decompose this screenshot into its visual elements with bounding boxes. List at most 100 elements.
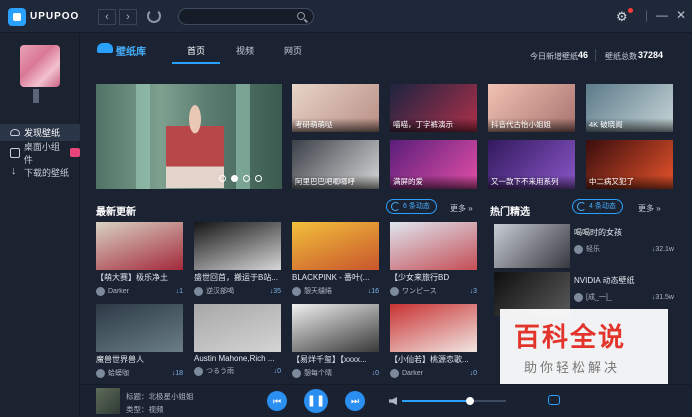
next-button[interactable]: ⏭ [345, 391, 365, 411]
card-thumbnail[interactable] [194, 222, 281, 270]
featured-thumb[interactable]: 抖音代古怡小姐姐 [488, 84, 575, 132]
pause-button[interactable]: ❚❚ [304, 389, 328, 413]
volume-slider[interactable] [402, 397, 506, 405]
carousel-dot[interactable] [255, 175, 262, 182]
sidebar-item-label: 下载的壁纸 [24, 168, 70, 178]
card-author[interactable]: Darker [402, 370, 470, 377]
card-thumbnail[interactable] [96, 222, 183, 270]
hot-refresh-button[interactable]: 4 条动态 [572, 199, 623, 214]
wallpaper-card[interactable]: 盛世回首，搬运于B站... 逆汉部喝 ↓35 [194, 222, 281, 296]
latest-section-title: 最新更新 [96, 207, 136, 218]
sidebar: 发现壁纸 桌面小组件 下载的壁纸 [0, 33, 81, 417]
card-author[interactable]: Darker [108, 288, 176, 295]
carousel-dot[interactable] [219, 175, 226, 182]
previous-button[interactable]: ⏮ [267, 391, 287, 411]
hot-item[interactable]: 喝喝时的女孩 轻乐 ↓ 32.1w [490, 224, 680, 272]
volume-fill [402, 400, 470, 402]
wallpaper-card[interactable]: 【易烊千玺】【xxxx... 憩每个晴 ↓0 [292, 304, 379, 378]
featured-thumb[interactable]: 考研萌萌哒 [292, 84, 379, 132]
author-avatar [194, 366, 203, 376]
wallpaper-card[interactable]: 【小仙若】桃源恋歌... Darker ↓0 [390, 304, 477, 378]
banner-decor [236, 84, 250, 189]
volume-knob[interactable] [465, 397, 474, 405]
sidebar-item-widgets[interactable]: 桌面小组件 [0, 142, 81, 165]
featured-thumb[interactable]: 满屏的爱 [390, 140, 477, 189]
featured-caption: 考研萌萌哒 [292, 118, 379, 132]
player-type: 类型：视频 [126, 405, 164, 414]
close-button[interactable]: ✕ [676, 8, 686, 22]
player-title: 标题：北极星小姐姐 [126, 392, 194, 401]
author-avatar [574, 244, 583, 254]
forward-button[interactable]: › [119, 9, 137, 25]
hot-more-link[interactable]: 更多 » [638, 203, 661, 214]
hot-thumbnail[interactable] [494, 224, 570, 268]
wallpaper-card[interactable]: BLACKPINK - 番叶(... 憩天缱绻 ↓16 [292, 222, 379, 296]
featured-thumb[interactable]: 又一款下不来用系列 [488, 140, 575, 189]
card-thumbnail[interactable] [292, 222, 379, 270]
sidebar-item-discover[interactable]: 发现壁纸 [0, 124, 80, 141]
card-author[interactable]: 憩天缱绻 [304, 286, 368, 296]
carousel-dots [219, 175, 262, 182]
loop-icon[interactable] [548, 395, 560, 405]
carousel-dot[interactable] [243, 175, 250, 182]
card-author[interactable]: つるう雨 [206, 366, 274, 376]
card-author[interactable]: 憩每个晴 [304, 368, 372, 378]
author-avatar [292, 286, 301, 296]
hot-author[interactable]: [成_一]_ [586, 292, 652, 302]
avatar[interactable] [20, 45, 60, 87]
featured-caption: 中二病又犯了 [586, 175, 673, 189]
tab-home[interactable]: 首页 [187, 44, 205, 57]
separator: | [645, 8, 649, 22]
minimize-button[interactable]: — [656, 8, 668, 22]
watermark-subtitle: 助你轻松解决 [524, 360, 621, 375]
featured-caption: 4K 破晓阁 [586, 118, 673, 132]
author-avatar [292, 368, 301, 378]
sidebar-item-downloads[interactable]: 下载的壁纸 [0, 164, 80, 181]
gear-icon[interactable]: ⚙ [616, 10, 628, 23]
card-author[interactable]: 逆汉部喝 [206, 286, 270, 296]
card-thumbnail[interactable] [390, 222, 477, 270]
wallpaper-card[interactable]: 【少女来旅行BD ワンピース ↓3 [390, 222, 477, 296]
wallpaper-card[interactable]: Austin Mahone,Rich ... つるう雨 ↓0 [194, 304, 281, 376]
player-cover[interactable] [96, 388, 120, 414]
refresh-icon[interactable] [147, 9, 161, 23]
cloud-logo-icon [97, 43, 113, 53]
tab-web[interactable]: 网页 [284, 44, 302, 57]
notification-dot [628, 8, 633, 13]
hot-author[interactable]: 轻乐 [586, 244, 652, 254]
banner-carousel[interactable] [96, 84, 282, 189]
search-box[interactable] [178, 8, 314, 25]
featured-thumb[interactable]: 中二病又犯了 [586, 140, 673, 189]
card-title: 【萌大赛】极乐净土 [96, 273, 168, 282]
wallpaper-card[interactable]: 【萌大赛】极乐净土 Darker ↓1 [96, 222, 183, 296]
featured-caption: 阿里巴巴吧唧唧呼 [292, 175, 379, 189]
today-new-value: 46 [578, 50, 589, 60]
latest-more-link[interactable]: 更多 » [450, 203, 473, 214]
total-value: 37284 [638, 50, 664, 60]
card-thumbnail[interactable] [292, 304, 379, 352]
card-thumbnail[interactable] [96, 304, 183, 352]
latest-refresh-button[interactable]: 6 条动态 [386, 199, 437, 214]
featured-thumb[interactable]: 4K 破晓阁 [586, 84, 673, 132]
card-meta: 蛤蟆咖 ↓18 [96, 368, 183, 378]
banner-decor [136, 84, 150, 189]
wallpaper-card[interactable]: 魔兽世界兽人 蛤蟆咖 ↓18 [96, 304, 183, 378]
sidebar-item-label: 发现壁纸 [24, 128, 61, 138]
card-thumbnail[interactable] [194, 304, 281, 352]
card-title: 【少女来旅行BD [390, 273, 450, 282]
volume-icon[interactable] [389, 397, 397, 405]
featured-thumb[interactable]: 喵喵，丁字裤演示 [390, 84, 477, 132]
featured-thumb[interactable]: 阿里巴巴吧唧唧呼 [292, 140, 379, 189]
carousel-dot[interactable] [231, 175, 238, 182]
tab-video[interactable]: 视频 [236, 44, 254, 57]
tab-active-indicator [172, 62, 220, 64]
author-avatar [390, 368, 399, 378]
card-thumbnail[interactable] [390, 304, 477, 352]
search-input[interactable] [187, 9, 297, 24]
card-meta: 逆汉部喝 ↓35 [194, 286, 281, 296]
back-button[interactable]: ‹ [98, 9, 116, 25]
search-icon[interactable] [297, 12, 305, 20]
card-title: BLACKPINK - 番叶(... [292, 273, 370, 282]
card-author[interactable]: ワンピース [402, 286, 470, 296]
card-author[interactable]: 蛤蟆咖 [108, 368, 172, 378]
